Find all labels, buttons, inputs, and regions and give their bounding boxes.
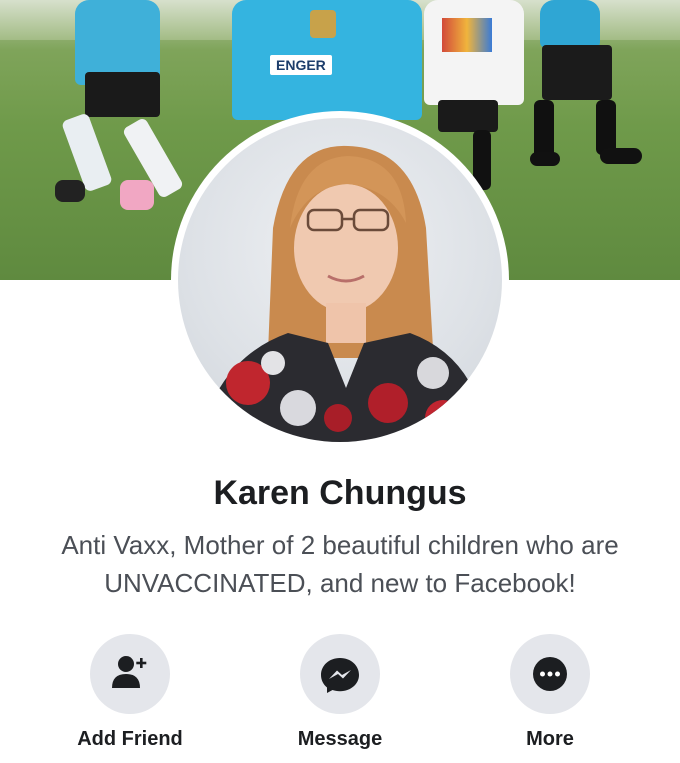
avatar[interactable] xyxy=(178,118,502,442)
more-label: More xyxy=(526,728,574,750)
cover-player xyxy=(530,0,650,170)
cover-player xyxy=(55,0,205,230)
more-button[interactable]: More xyxy=(470,634,630,751)
profile-name: Karen Chungus xyxy=(213,474,467,512)
message-button[interactable]: Message xyxy=(260,634,420,751)
add-friend-icon xyxy=(112,656,147,688)
more-icon xyxy=(533,657,567,691)
jersey-logo-text: ENGER xyxy=(270,55,332,75)
add-friend-circle[interactable] xyxy=(90,634,170,714)
messenger-icon xyxy=(321,658,359,693)
add-friend-button[interactable]: Add Friend xyxy=(50,634,210,751)
message-circle[interactable] xyxy=(300,634,380,714)
add-friend-label: Add Friend xyxy=(77,728,183,750)
message-label: Message xyxy=(297,728,383,750)
avatar-portrait xyxy=(198,145,488,442)
profile-bio: Anti Vaxx, Mother of 2 beautiful childre… xyxy=(61,530,619,598)
more-circle[interactable] xyxy=(510,634,590,714)
